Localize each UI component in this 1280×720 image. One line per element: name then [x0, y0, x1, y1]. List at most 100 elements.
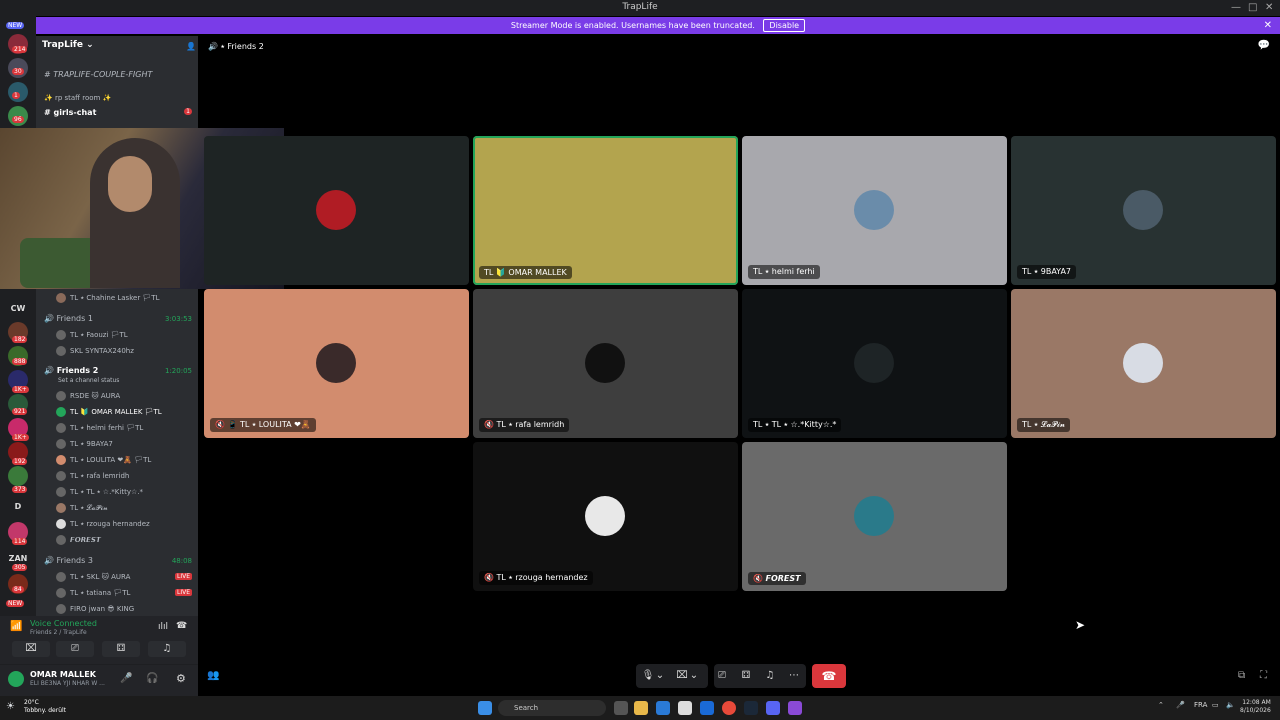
windows-start-icon[interactable]: [478, 701, 492, 715]
voice-user[interactable]: TL ⭑ 𝓛𝓪𝓟𝓲𝓷: [56, 503, 108, 513]
participant-tile[interactable]: 🔇 𝙁𝙊𝙍𝙀𝙎𝙏: [742, 442, 1007, 591]
microphone-tray-icon[interactable]: 🎤: [1176, 701, 1185, 709]
participant-avatar: [585, 190, 625, 230]
signal-icon: 📶: [10, 621, 23, 632]
voice-user[interactable]: FIRO jwan 😎 KING: [56, 604, 134, 614]
weather-widget[interactable]: 20°C Tobbny. derült: [24, 699, 66, 715]
voice-user[interactable]: TL 🔰 OMAR MALLEK 🏳TL: [56, 407, 162, 417]
file-explorer-icon[interactable]: [634, 701, 648, 715]
steam-icon[interactable]: [744, 701, 758, 715]
banner-close-icon[interactable]: ✕: [1264, 17, 1272, 34]
server-badge: 305: [12, 564, 28, 571]
participant-tile[interactable]: 🔇 TL ⭑ rzouga hernandez: [473, 442, 738, 591]
activities-button[interactable]: ⚃: [102, 641, 140, 657]
edge-icon[interactable]: [656, 701, 670, 715]
server-icon[interactable]: [8, 466, 28, 486]
language-indicator[interactable]: FRA: [1194, 701, 1207, 709]
voice-user[interactable]: TL ⭑ TL ⭑ ☆.*Kitty☆.*: [56, 487, 143, 497]
voice-user[interactable]: TL ⭑ Faouzi 🏳TL: [56, 330, 128, 340]
invite-icon[interactable]: 👥: [207, 670, 219, 681]
voice-user[interactable]: TL ⭑ rafa lemridh: [56, 471, 129, 481]
discord-icon[interactable]: [766, 701, 780, 715]
task-view-icon[interactable]: [614, 701, 628, 715]
microphone-icon[interactable]: 🎤: [120, 673, 132, 684]
voice-user[interactable]: 𝖱𝖲𝖣𝖤 🐱 AURA: [56, 391, 120, 401]
participant-avatar: [1123, 190, 1163, 230]
voice-user[interactable]: TL ⭑ rzouga hernandez: [56, 519, 150, 529]
mouse-cursor-icon: ➤: [1075, 618, 1086, 632]
close-window-button[interactable]: ✕: [1265, 2, 1273, 13]
app-icon[interactable]: [788, 701, 802, 715]
participant-tile[interactable]: 🔇 📱 TL ⭑ LOULITA ❤🧸: [204, 289, 469, 438]
voice-user[interactable]: TL ⭑ SKL 🐱 AURA: [56, 572, 130, 582]
voice-user[interactable]: SKL SYNTAX240hz: [56, 346, 134, 356]
voice-user[interactable]: TL ⭑ Chahine Lasker 🏳TL: [56, 293, 159, 303]
add-friend-icon[interactable]: 👤: [186, 42, 196, 51]
soundboard-button[interactable]: ♫: [148, 641, 186, 657]
server-icon-d[interactable]: D: [4, 502, 32, 511]
volume-icon[interactable]: 🔈: [1226, 701, 1235, 709]
soundboard-icon[interactable]: ♫: [760, 664, 780, 688]
new-badge: NEW: [6, 22, 25, 29]
avatar[interactable]: [8, 671, 24, 687]
popout-icon[interactable]: ⧉: [1238, 670, 1245, 681]
more-options-icon[interactable]: ⋯: [784, 664, 804, 688]
channel-sidebar: TrapLife ⌄ 👤 # TRAPLIFE-COUPLE-FIGHT ✨ r…: [36, 36, 198, 616]
network-icon[interactable]: ▭: [1212, 701, 1219, 709]
participant-tile[interactable]: TL ⭑ helmi ferhi: [742, 136, 1007, 285]
channel-badge: 1: [184, 108, 192, 115]
webcam-plant: [20, 238, 100, 288]
participant-label: 🔇 TL ⭑ rafa lemridh: [479, 418, 570, 432]
disable-streamer-mode-button[interactable]: Disable: [763, 19, 806, 32]
voice-user[interactable]: TL ⭑ 9BAYA7: [56, 439, 113, 449]
participant-tile[interactable]: TL 🔰 OMAR MALLEK: [473, 136, 738, 285]
participant-tile[interactable]: TL ⭑ TL ⭑ ☆.*Kitty☆.*: [742, 289, 1007, 438]
server-icon-cw[interactable]: CW: [4, 304, 32, 313]
noise-suppression-icon[interactable]: ılıl: [158, 622, 168, 632]
channel-item[interactable]: # TRAPLIFE-COUPLE-FIGHT: [44, 70, 152, 79]
participant-tile[interactable]: TL ⭑ 9BAYA7: [1011, 136, 1276, 285]
window-title: TrapLife: [622, 2, 658, 12]
maximize-button[interactable]: □: [1248, 2, 1257, 13]
participant-tile[interactable]: [204, 136, 469, 285]
mail-icon[interactable]: [700, 701, 714, 715]
channel-status[interactable]: Set a channel status: [58, 377, 119, 384]
chevron-down-icon[interactable]: ⌄: [654, 664, 666, 688]
chevron-down-icon[interactable]: ⌄: [688, 664, 700, 688]
voice-user[interactable]: TL ⭑ helmi ferhi 🏳TL: [56, 423, 143, 433]
screen-share-icon[interactable]: ⎚: [712, 664, 732, 688]
voice-user[interactable]: 𝙁𝙊𝙍𝙀𝙎𝙏: [56, 535, 101, 545]
live-badge: LIVE: [174, 589, 192, 596]
participant-tile[interactable]: TL ⭑ 𝓛𝓪𝓟𝓲𝓷: [1011, 289, 1276, 438]
camera-button[interactable]: ⌧: [12, 641, 50, 657]
server-badge: 373: [12, 486, 28, 493]
voice-channel-friends-1[interactable]: 🔊 Friends 1: [44, 314, 93, 323]
chat-icon[interactable]: 💬: [1258, 40, 1270, 51]
channel-category[interactable]: ✨ rp staff room ✨: [44, 94, 111, 102]
participant-tile[interactable]: 🔇 TL ⭑ rafa lemridh: [473, 289, 738, 438]
taskbar-search[interactable]: Search: [498, 700, 606, 716]
server-icon-zan[interactable]: ZAN: [4, 554, 32, 563]
fullscreen-icon[interactable]: ⛶: [1260, 670, 1267, 681]
channel-item-girls-chat[interactable]: # girls-chat: [44, 108, 96, 117]
screen-share-button[interactable]: ⎚: [56, 641, 94, 657]
disconnect-icon[interactable]: ☎: [176, 621, 187, 631]
settings-gear-icon[interactable]: ⚙: [176, 672, 186, 685]
tray-chevron-icon[interactable]: ⌃: [1158, 701, 1164, 709]
voice-user[interactable]: TL ⭑ tatiana 🏳TL: [56, 588, 130, 598]
clock[interactable]: 12:08 AM 8/10/2026: [1240, 699, 1271, 715]
user-name: OMAR MALLEK: [30, 670, 96, 679]
voice-channel-friends-2[interactable]: 🔊 Friends 2: [44, 366, 98, 375]
minimize-button[interactable]: —: [1231, 2, 1241, 13]
store-icon[interactable]: [678, 701, 692, 715]
activities-icon[interactable]: ⚃: [736, 664, 756, 688]
participant-avatar: [854, 343, 894, 383]
server-name[interactable]: TrapLife ⌄: [42, 40, 94, 50]
server-badge: 1K+: [12, 386, 29, 393]
headphones-icon[interactable]: 🎧: [146, 673, 158, 684]
voice-channel-friends-3[interactable]: 🔊 Friends 3: [44, 556, 93, 565]
chrome-icon[interactable]: [722, 701, 736, 715]
voice-user[interactable]: TL ⭑ LOULITA ❤🧸 🏳TL: [56, 455, 151, 465]
user-status: ELI BE3NA YJI NHAR W ...: [30, 680, 105, 687]
end-call-button[interactable]: ☎: [812, 664, 846, 688]
